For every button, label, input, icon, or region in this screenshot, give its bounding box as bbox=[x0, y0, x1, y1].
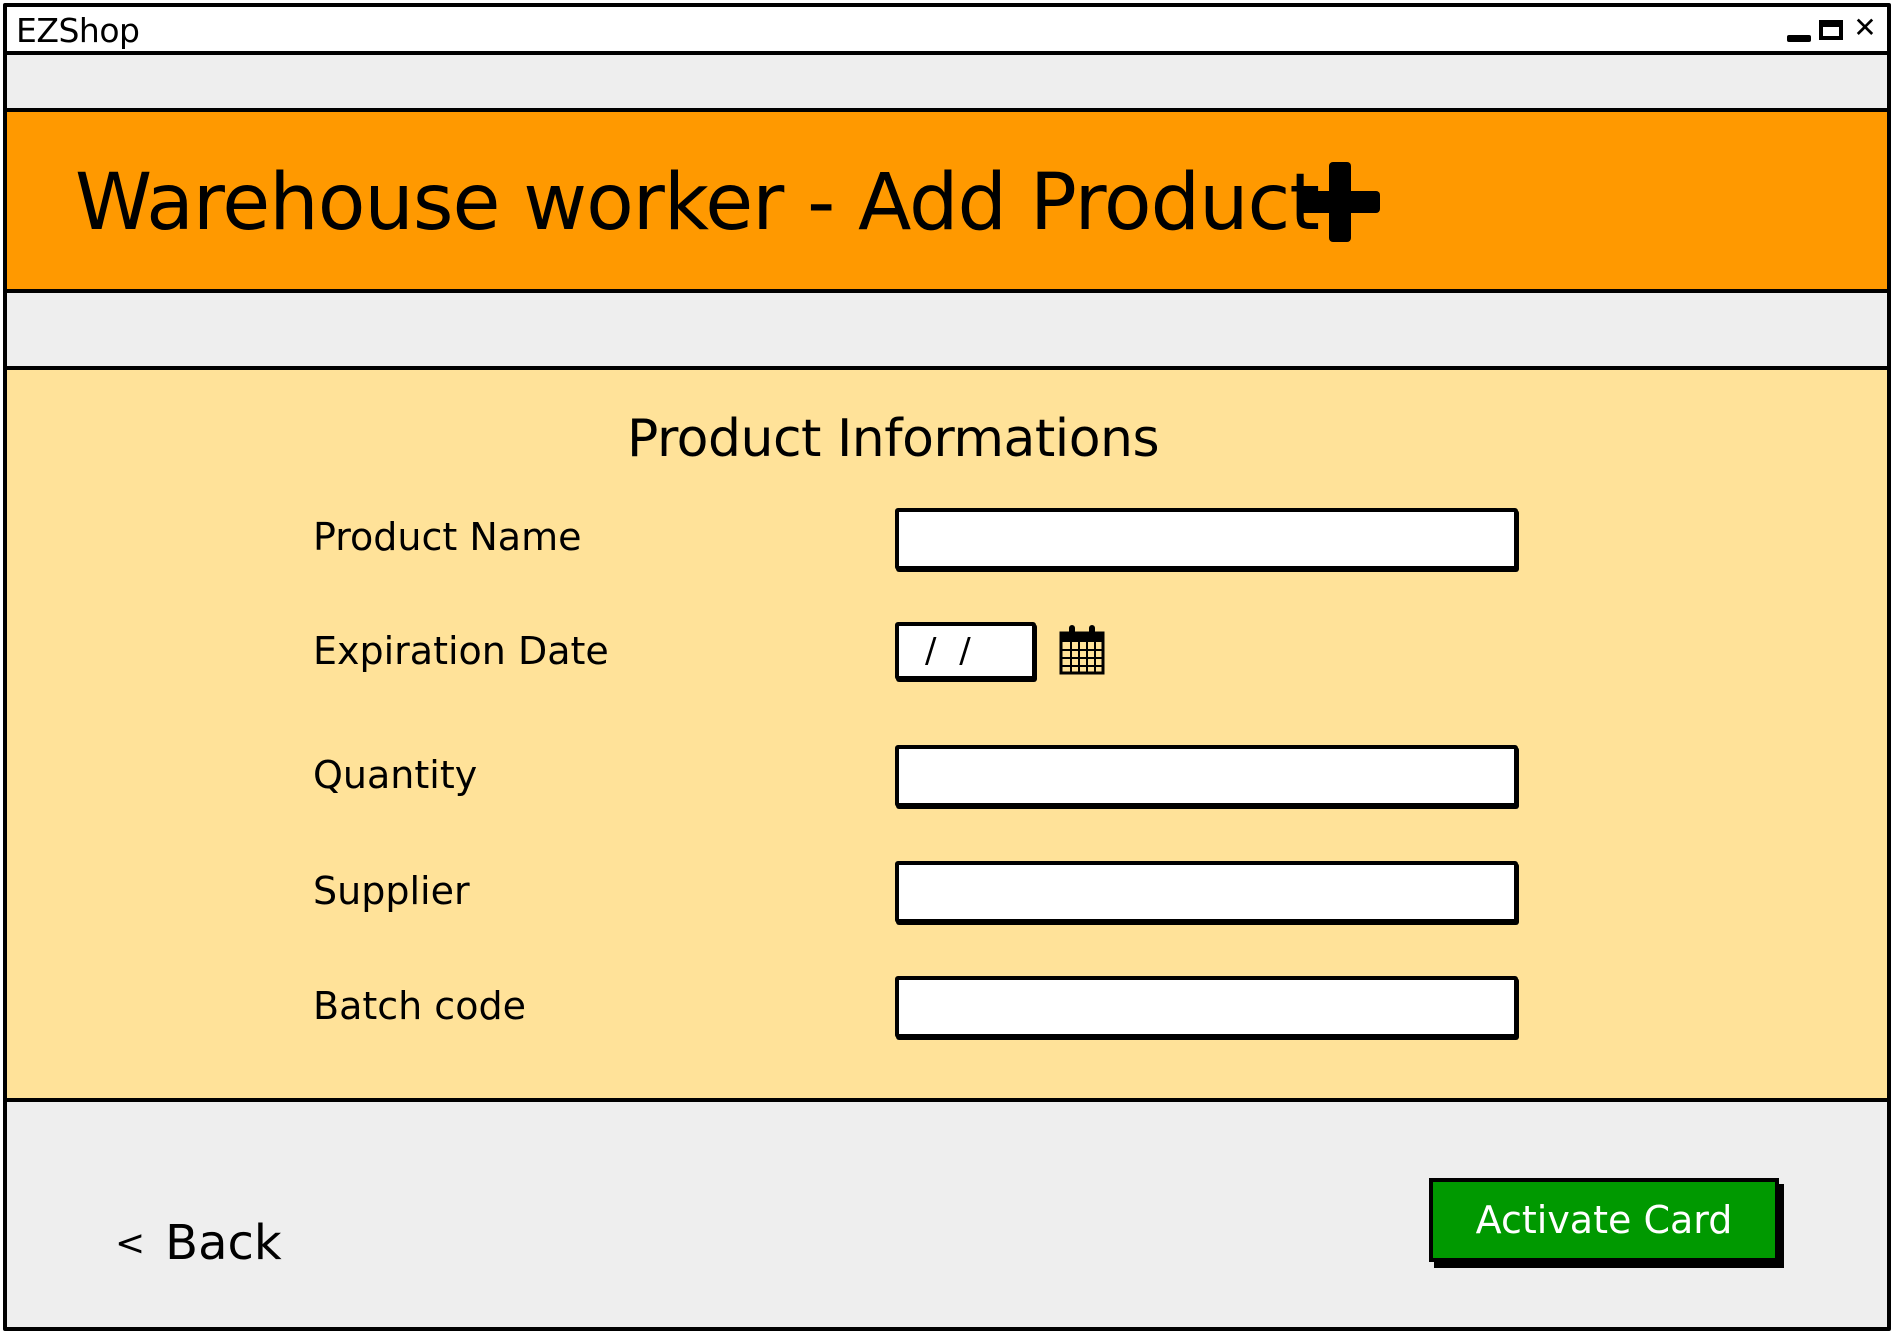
app-window: EZShop ✕ Warehouse worker - Add Product … bbox=[3, 3, 1891, 1331]
expiration-date-label: Expiration Date bbox=[313, 629, 609, 673]
expiration-date-input[interactable]: / / bbox=[895, 622, 1036, 680]
footer-area: < Back Activate Card bbox=[7, 1098, 1887, 1327]
activate-card-button[interactable]: Activate Card bbox=[1429, 1178, 1779, 1262]
title-bar: EZShop ✕ bbox=[7, 7, 1887, 55]
product-name-input[interactable] bbox=[895, 508, 1518, 570]
batch-code-input[interactable] bbox=[895, 976, 1518, 1038]
minimize-icon[interactable] bbox=[1787, 35, 1811, 42]
page-title: Warehouse worker - Add Product bbox=[75, 158, 1320, 248]
calendar-icon[interactable] bbox=[1059, 623, 1105, 675]
window-controls: ✕ bbox=[1787, 14, 1879, 43]
header-banner: Warehouse worker - Add Product bbox=[7, 108, 1887, 293]
quantity-input[interactable] bbox=[895, 745, 1518, 807]
product-name-label: Product Name bbox=[313, 515, 582, 559]
supplier-label: Supplier bbox=[313, 869, 470, 913]
batch-code-label: Batch code bbox=[313, 984, 526, 1028]
back-button[interactable]: < Back bbox=[115, 1215, 282, 1272]
maximize-icon[interactable] bbox=[1819, 20, 1843, 40]
supplier-input[interactable] bbox=[895, 861, 1518, 923]
product-form: Product Informations Product Name Expira… bbox=[7, 366, 1887, 1102]
section-title: Product Informations bbox=[627, 409, 1160, 469]
close-icon[interactable]: ✕ bbox=[1853, 14, 1877, 42]
chevron-left-icon: < bbox=[115, 1223, 146, 1264]
back-label: Back bbox=[165, 1215, 282, 1271]
plus-icon bbox=[1300, 162, 1380, 242]
quantity-label: Quantity bbox=[313, 753, 478, 797]
app-title: EZShop bbox=[16, 11, 140, 50]
